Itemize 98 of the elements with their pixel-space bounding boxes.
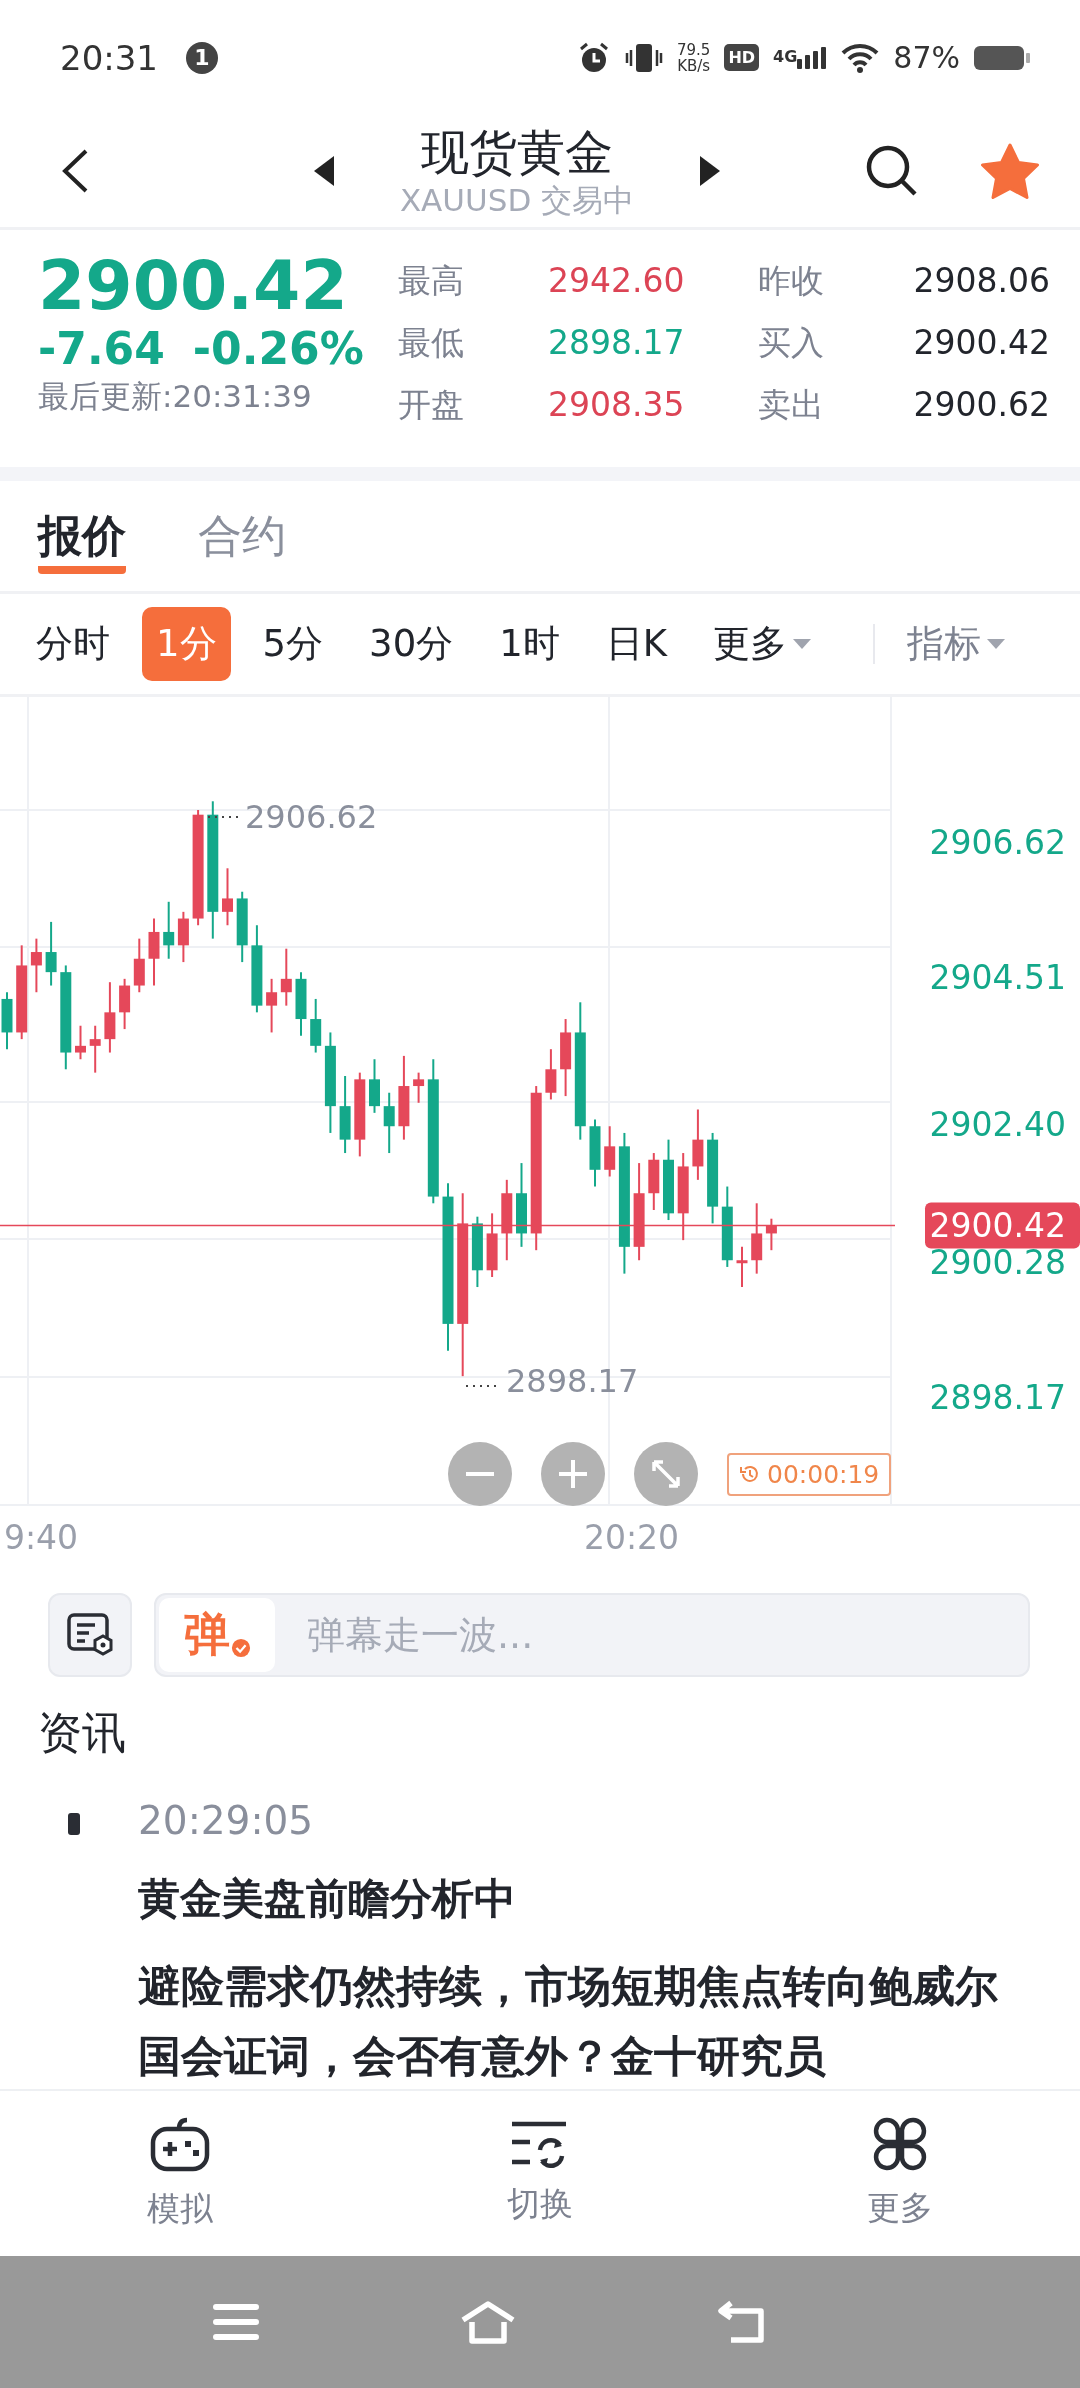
price-change: -7.64 [38, 324, 165, 374]
history-icon [739, 1463, 761, 1485]
favorite-button[interactable] [980, 142, 1040, 200]
nav-item[interactable]: 切换 [360, 2091, 720, 2256]
section-title: 资讯 [37, 1706, 127, 1760]
candle [736, 1245, 748, 1289]
stat-label: 昨收 [758, 260, 825, 302]
expand-icon [651, 1459, 681, 1489]
period-tab[interactable]: 5分 [248, 607, 338, 681]
next-icon[interactable] [700, 156, 721, 186]
candle [30, 937, 42, 994]
news-body: 避险需求仍然持续，市场短期焦点转向鲍威尔国会证词，会否有意外？金十研究员 [138, 1960, 999, 2083]
price-axis-label: 2902.40 [929, 1105, 1066, 1144]
nav-item[interactable]: 模拟 [0, 2091, 360, 2256]
candle [486, 1212, 498, 1278]
page-title: 现货黄金 [421, 123, 613, 181]
stat-label: 最低 [398, 322, 465, 364]
barrage-input-field[interactable]: 弹幕走一波... [275, 1612, 1025, 1658]
hd-indicator: HD [724, 44, 760, 71]
nav-item[interactable]: 更多 [720, 2091, 1080, 2256]
candle [133, 937, 145, 994]
net-speed: 79.5 [676, 41, 711, 58]
tab[interactable]: 报价 [38, 498, 126, 574]
period-tab[interactable]: 更多 [699, 607, 825, 681]
candle [280, 947, 292, 1007]
plus-icon [559, 1460, 587, 1488]
stat-value: 2908.35 [548, 384, 686, 426]
grid-icon [872, 2116, 928, 2172]
last-update: 最后更新:20:31:39 [38, 377, 313, 416]
period-tab[interactable]: 日K [591, 607, 681, 681]
stat-value: 2908.06 [912, 260, 1050, 302]
candle [589, 1118, 601, 1188]
candle [765, 1217, 777, 1252]
battery-percent: 87% [893, 40, 960, 75]
high-leader-line [207, 816, 239, 818]
candle [545, 1048, 557, 1101]
stat-value: 2942.60 [548, 260, 686, 302]
stat-label: 最高 [398, 260, 465, 302]
menu-icon[interactable] [213, 2303, 259, 2341]
candle [222, 867, 233, 927]
price-axis-label: 2906.62 [929, 823, 1066, 862]
stat-value: 2900.42 [912, 322, 1050, 364]
period-tab[interactable]: 1时 [485, 607, 574, 681]
barrage-settings-button[interactable] [48, 1593, 132, 1677]
home-icon[interactable] [459, 2300, 517, 2344]
candle [604, 1125, 616, 1178]
candle [177, 910, 189, 964]
current-price: 2900.42 [38, 248, 349, 324]
candle [45, 920, 57, 987]
candle [119, 977, 131, 1031]
news-time: 20:29:05 [138, 1797, 315, 1845]
period-tab[interactable]: 30分 [355, 607, 468, 681]
check-icon [230, 1638, 251, 1658]
candle [89, 1024, 101, 1074]
time-axis-label: 20:20 [584, 1517, 681, 1557]
candle [413, 1071, 425, 1104]
price-axis-label: 2898.17 [929, 1378, 1066, 1417]
candle [1, 991, 13, 1051]
candle [295, 971, 307, 1037]
price-axis-label: 2904.51 [929, 958, 1066, 997]
back-icon[interactable] [717, 2300, 767, 2344]
candle [383, 1091, 395, 1155]
previous-icon[interactable] [313, 156, 334, 186]
stat-value: 2898.17 [548, 322, 686, 364]
wifi-icon [841, 42, 880, 73]
candle [310, 997, 322, 1054]
price-change-percent: -0.26% [192, 324, 364, 374]
barrage-logo-text: 弹 [183, 1606, 230, 1663]
indicator-button[interactable]: 指标 [893, 607, 1019, 681]
last-price-tag: 2900.42 [925, 1202, 1080, 1249]
status-time: 20:31 [60, 37, 158, 78]
stat-label: 开盘 [398, 384, 465, 426]
page-subtitle: XAUUSD 交易中 [399, 181, 635, 219]
stat-value: 2900.62 [912, 384, 1050, 426]
gamepad-icon [149, 2115, 211, 2173]
candle [369, 1058, 380, 1114]
minus-icon [466, 1472, 494, 1476]
settings-icon [66, 1612, 114, 1658]
candle [75, 1024, 86, 1061]
stat-label: 卖出 [758, 384, 825, 426]
battery-icon [974, 43, 1030, 72]
back-button[interactable] [60, 148, 90, 194]
net-speed-unit: KB/s [677, 57, 711, 74]
period-tab[interactable]: 分时 [22, 607, 124, 681]
high-price-label: 2906.62 [245, 798, 378, 836]
signal-icon [797, 46, 828, 69]
candle [163, 900, 175, 960]
candle [148, 917, 160, 987]
low-price-label: 2898.17 [506, 1362, 639, 1400]
candle [266, 977, 278, 1034]
news-headline[interactable]: 黄金美盘前瞻分析中 [138, 1869, 1010, 1929]
countdown-timer: 00:00:19 [727, 1452, 892, 1496]
caret-icon [987, 639, 1005, 649]
time-axis-label: 9:40 [4, 1517, 80, 1557]
notification-badge: 1 [186, 41, 218, 74]
network-type: 4G [773, 46, 798, 66]
stat-label: 买入 [758, 322, 825, 364]
candle [648, 1152, 660, 1211]
